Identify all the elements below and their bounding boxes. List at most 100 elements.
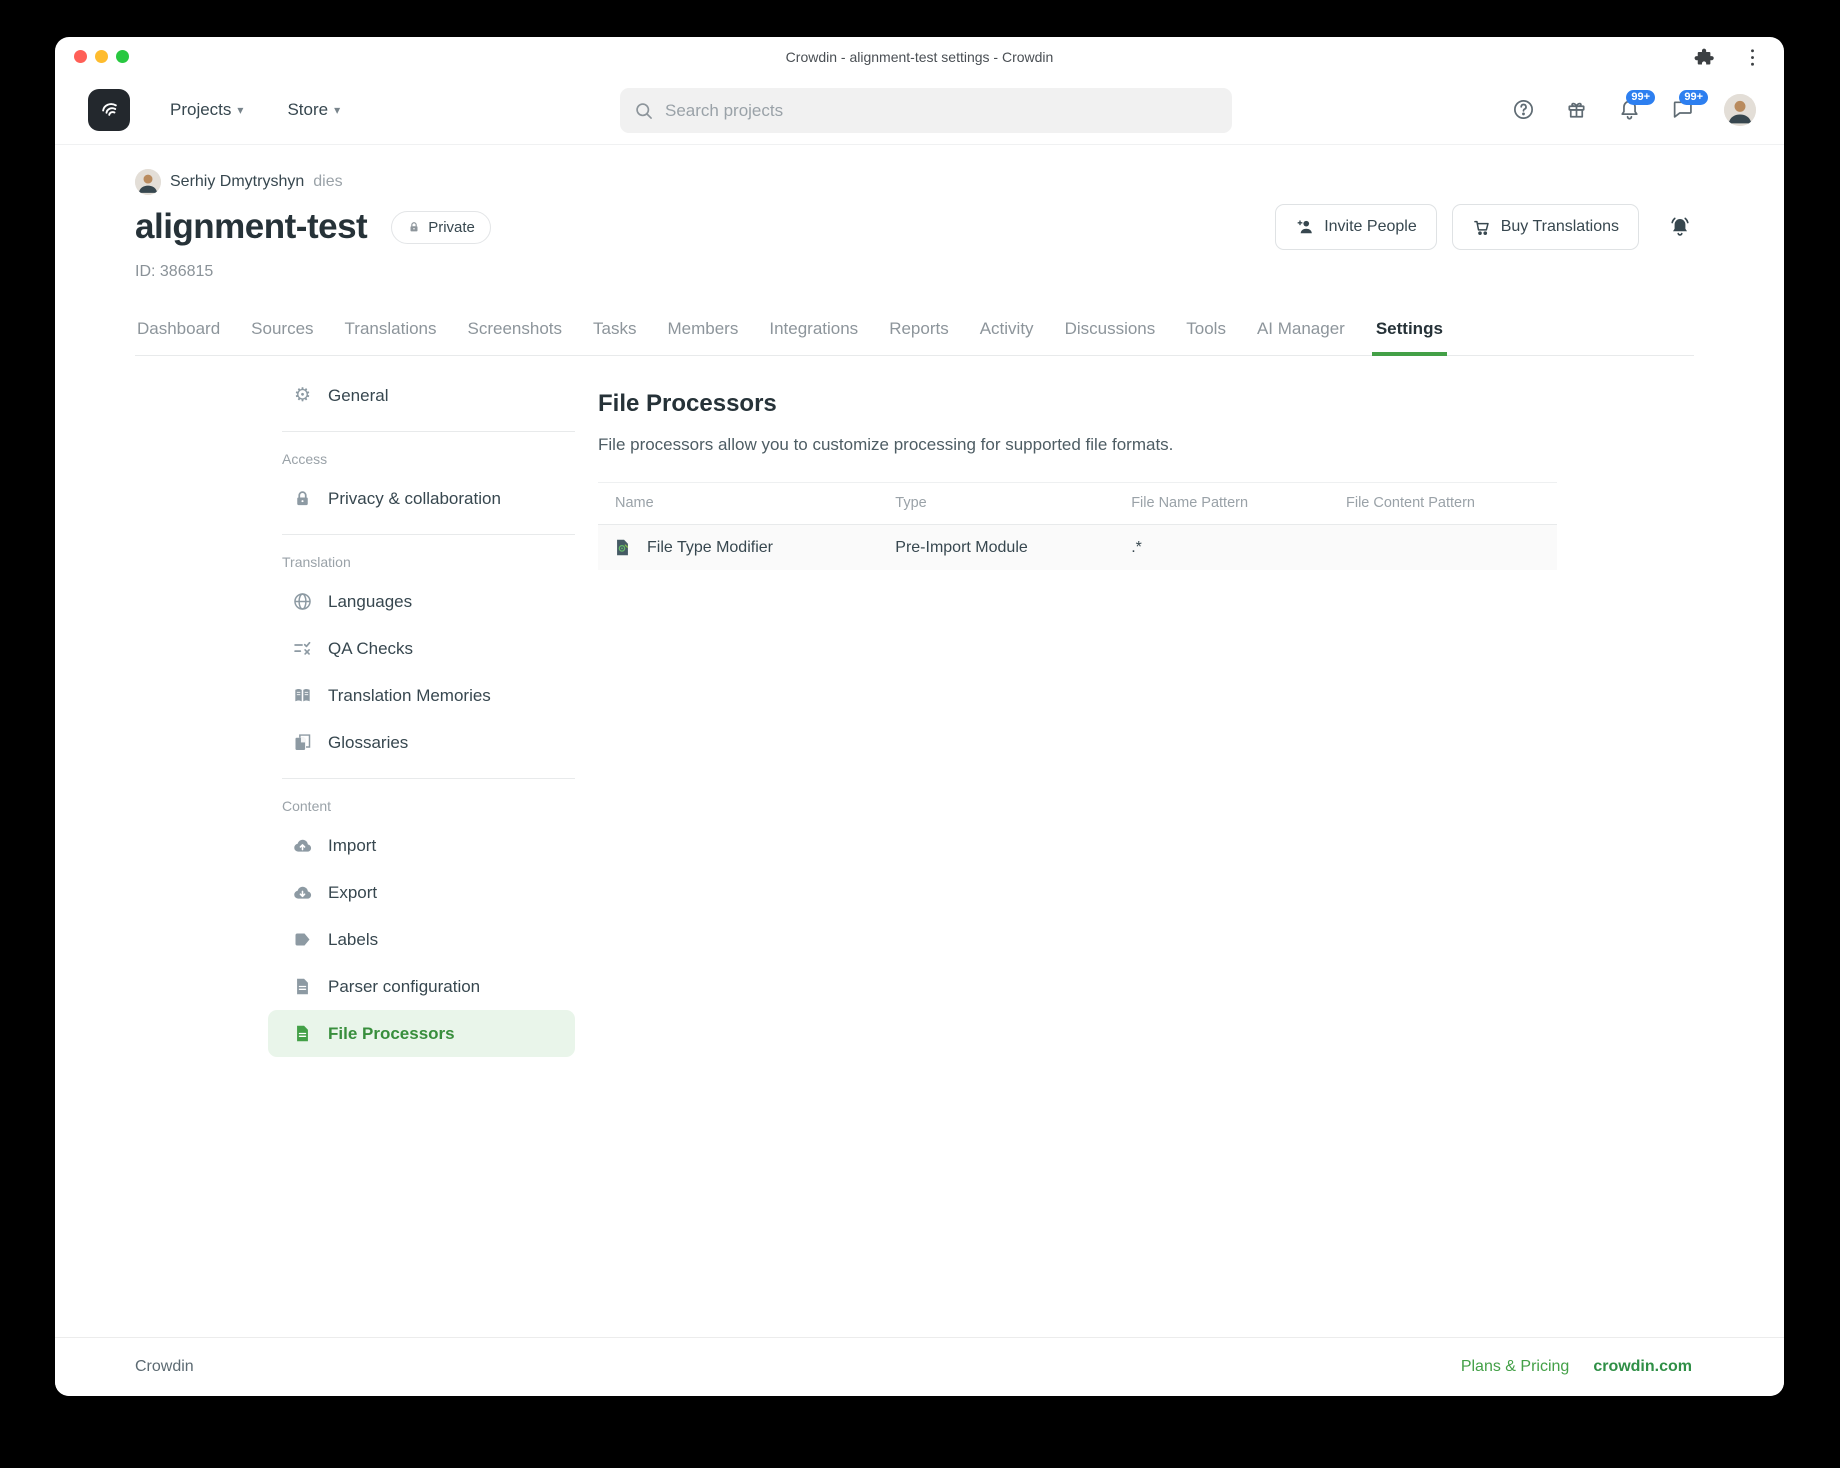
notifications-badge: 99+	[1626, 90, 1655, 105]
settings-sidebar: ⚙ General Access Privacy & collaboration…	[268, 356, 575, 1057]
tab-members[interactable]: Members	[665, 315, 740, 355]
notifications-button[interactable]: 99+	[1618, 98, 1641, 121]
settings-main: File Processors File processors allow yo…	[575, 356, 1565, 570]
nav-menu-store-label: Store	[287, 100, 328, 120]
crowdin-site-link[interactable]: crowdin.com	[1593, 1358, 1692, 1376]
tab-reports[interactable]: Reports	[887, 315, 951, 355]
books-icon	[292, 732, 313, 753]
sidebar-item-label: QA Checks	[328, 639, 413, 659]
tab-sources[interactable]: Sources	[249, 315, 315, 355]
owner-status: dies	[313, 173, 342, 191]
sidebar-section-content: Content	[282, 798, 575, 814]
messages-button[interactable]: 99+	[1671, 98, 1694, 121]
sidebar-item-translation-memories[interactable]: Translation Memories	[268, 672, 575, 719]
top-navbar: Projects ▾ Store ▾ 99+ 99+	[55, 75, 1784, 145]
cart-icon	[1472, 217, 1492, 237]
lock-icon	[292, 488, 313, 509]
sidebar-section-translation: Translation	[282, 554, 575, 570]
sidebar-divider	[282, 431, 575, 432]
avatar-photo	[135, 169, 161, 195]
sidebar-item-languages[interactable]: Languages	[268, 578, 575, 625]
tab-discussions[interactable]: Discussions	[1063, 315, 1158, 355]
help-icon	[1512, 98, 1535, 121]
search-box[interactable]	[620, 88, 1232, 133]
tab-settings[interactable]: Settings	[1374, 315, 1445, 355]
owner-name[interactable]: Serhiy Dmytryshyn	[170, 173, 304, 191]
tab-dashboard[interactable]: Dashboard	[135, 315, 222, 355]
project-title: alignment-test	[135, 207, 367, 247]
column-header-file-name-pattern: File Name Pattern	[1131, 495, 1346, 511]
gear-icon: ⚙	[292, 385, 313, 406]
window-title: Crowdin - alignment-test settings - Crow…	[55, 49, 1784, 65]
tab-activity[interactable]: Activity	[978, 315, 1036, 355]
tab-ai-manager[interactable]: AI Manager	[1255, 315, 1347, 355]
invite-people-button[interactable]: Invite People	[1275, 204, 1437, 250]
sidebar-item-label: Parser configuration	[328, 977, 480, 997]
qa-checklist-icon	[292, 638, 313, 659]
tab-translations[interactable]: Translations	[343, 315, 439, 355]
search-input[interactable]	[665, 101, 1218, 121]
sidebar-item-privacy-collaboration[interactable]: Privacy & collaboration	[268, 475, 575, 522]
sidebar-item-general[interactable]: ⚙ General	[268, 372, 575, 419]
sidebar-item-export[interactable]: Export	[268, 869, 575, 916]
footer-brand: Crowdin	[135, 1358, 194, 1376]
page-footer: Crowdin Plans & Pricing crowdin.com	[55, 1337, 1784, 1396]
subscribe-bell-button[interactable]	[1668, 215, 1692, 239]
nav-menu-projects[interactable]: Projects ▾	[170, 100, 243, 120]
bell-ring-icon	[1668, 215, 1692, 239]
file-name-pattern: .*	[1131, 539, 1346, 557]
privacy-badge-label: Private	[428, 219, 475, 236]
avatar-photo	[1724, 94, 1756, 126]
whats-new-button[interactable]	[1565, 98, 1588, 121]
plans-pricing-link[interactable]: Plans & Pricing	[1461, 1358, 1570, 1376]
buy-translations-button[interactable]: Buy Translations	[1452, 204, 1639, 250]
project-id: ID: 386815	[135, 263, 1692, 281]
table-header-row: Name Type File Name Pattern File Content…	[598, 482, 1557, 525]
help-button[interactable]	[1512, 98, 1535, 121]
processor-name: File Type Modifier	[647, 539, 773, 557]
lock-icon	[407, 220, 421, 234]
processor-type: Pre-Import Module	[895, 539, 1131, 557]
invite-people-label: Invite People	[1324, 218, 1417, 236]
sidebar-item-glossaries[interactable]: Glossaries	[268, 719, 575, 766]
tab-tasks[interactable]: Tasks	[591, 315, 638, 355]
extensions-puzzle-icon[interactable]	[1694, 46, 1717, 69]
tab-tools[interactable]: Tools	[1184, 315, 1228, 355]
nav-menu-projects-label: Projects	[170, 100, 231, 120]
sidebar-item-label: File Processors	[328, 1024, 455, 1044]
sidebar-item-parser-configuration[interactable]: Parser configuration	[268, 963, 575, 1010]
sidebar-item-label: Languages	[328, 592, 412, 612]
column-header-type: Type	[895, 495, 1131, 511]
sidebar-divider	[282, 778, 575, 779]
sidebar-item-label: Privacy & collaboration	[328, 489, 501, 509]
owner-avatar[interactable]	[135, 169, 161, 195]
sidebar-item-qa-checks[interactable]: QA Checks	[268, 625, 575, 672]
sidebar-item-label: Translation Memories	[328, 686, 491, 706]
sidebar-item-label: Labels	[328, 930, 378, 950]
document-icon	[292, 1023, 313, 1044]
project-tabs: Dashboard Sources Translations Screensho…	[135, 315, 1694, 356]
sidebar-section-access: Access	[282, 451, 575, 467]
nav-menu-store[interactable]: Store ▾	[287, 100, 340, 120]
sidebar-item-label: Import	[328, 836, 376, 856]
settings-layout: ⚙ General Access Privacy & collaboration…	[55, 356, 1784, 1337]
cloud-upload-icon	[292, 835, 313, 856]
tab-integrations[interactable]: Integrations	[767, 315, 860, 355]
sidebar-item-import[interactable]: Import	[268, 822, 575, 869]
crowdin-logo[interactable]	[88, 89, 130, 131]
column-header-name: Name	[598, 495, 895, 511]
chevron-down-icon: ▾	[334, 103, 340, 117]
sidebar-item-labels[interactable]: Labels	[268, 916, 575, 963]
table-row[interactable]: File Type Modifier Pre-Import Module .*	[598, 525, 1557, 570]
page-description: File processors allow you to customize p…	[598, 435, 1565, 455]
sidebar-item-file-processors[interactable]: File Processors	[268, 1010, 575, 1057]
search-icon	[634, 101, 654, 121]
tab-screenshots[interactable]: Screenshots	[466, 315, 565, 355]
browser-menu-icon[interactable]	[1741, 46, 1764, 69]
open-book-icon	[292, 685, 313, 706]
sidebar-item-label: Export	[328, 883, 377, 903]
window-titlebar: Crowdin - alignment-test settings - Crow…	[55, 37, 1784, 75]
sidebar-item-label: General	[328, 386, 388, 406]
user-avatar[interactable]	[1724, 94, 1756, 126]
column-header-file-content-pattern: File Content Pattern	[1346, 495, 1557, 511]
